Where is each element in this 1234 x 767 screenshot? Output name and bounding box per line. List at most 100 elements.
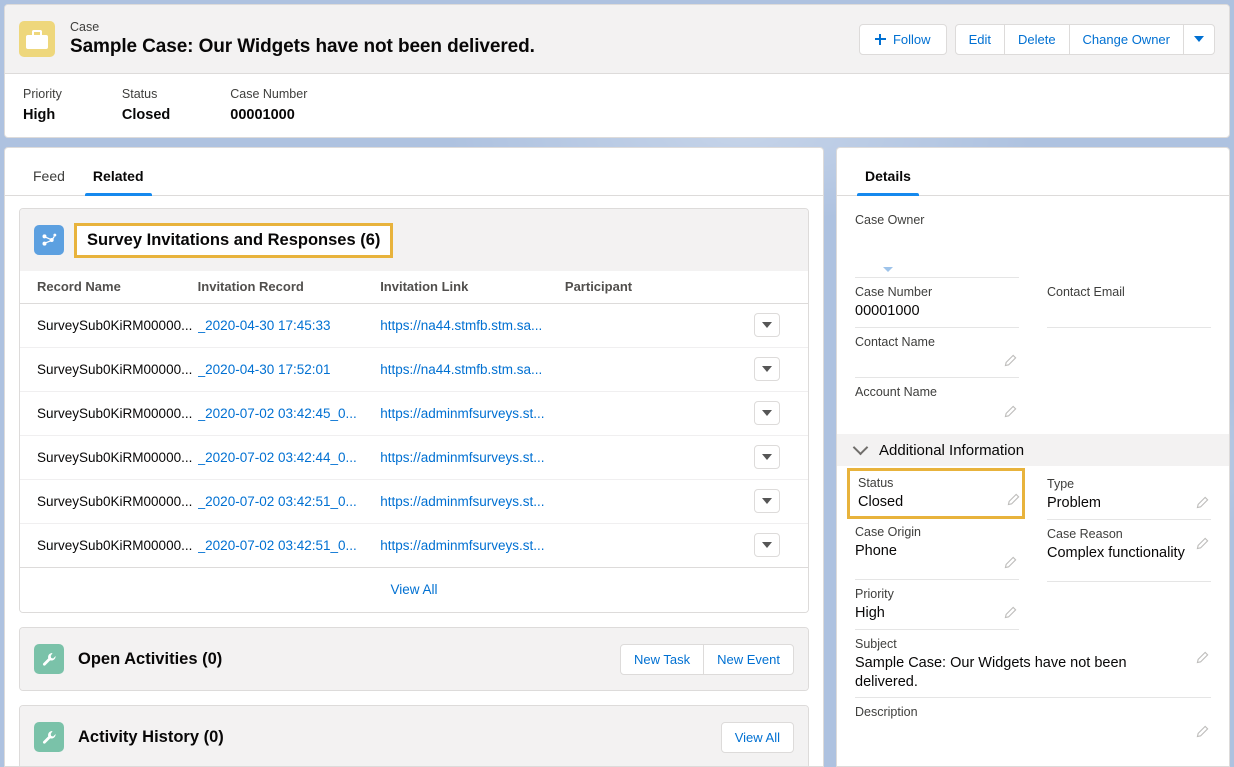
field-type[interactable]: Type Problem [1047, 470, 1211, 520]
owner-change-caret-icon[interactable] [883, 267, 893, 272]
edit-button[interactable]: Edit [954, 23, 1005, 55]
column-header-participant[interactable]: Participant [564, 271, 748, 304]
row-actions-button[interactable] [753, 401, 780, 425]
pencil-icon[interactable] [1195, 537, 1209, 551]
cell-invitation-record-link[interactable]: _2020-07-02 03:42:51_0... [198, 538, 357, 553]
new-task-button[interactable]: New Task [620, 643, 705, 675]
row-actions-button[interactable] [753, 489, 780, 513]
new-event-button[interactable]: New Event [703, 643, 794, 675]
wrench-icon [34, 722, 64, 752]
cell-invitation-link[interactable]: https://na44.stmfb.stm.sa... [380, 362, 542, 377]
cell-invitation-link[interactable]: https://adminmfsurveys.st... [380, 538, 544, 553]
pencil-icon[interactable] [1006, 493, 1020, 507]
compact-field-row: Priority High Status Closed Case Number … [5, 74, 1229, 125]
related-list-header: Activity History (0) View All [20, 706, 808, 766]
field-value: Complex functionality [1047, 544, 1185, 561]
pencil-icon[interactable] [1003, 354, 1017, 368]
cell-invitation-record-link[interactable]: _2020-07-02 03:42:44_0... [198, 450, 357, 465]
related-list-title[interactable]: Open Activities (0) [78, 650, 222, 669]
field-label: Contact Name [855, 335, 935, 349]
field-label: Description [855, 704, 918, 719]
field-contact-email: Contact Email [1047, 278, 1211, 328]
compact-field-value: High [23, 106, 56, 123]
cell-participant [564, 347, 748, 392]
pencil-icon[interactable] [1003, 405, 1017, 419]
field-status[interactable]: Status Closed [847, 468, 1025, 519]
chevron-down-icon [852, 439, 869, 456]
plus-icon [874, 33, 886, 45]
field-label: Case Number [855, 285, 933, 299]
follow-button[interactable]: Follow [858, 23, 947, 55]
related-list-title[interactable]: Activity History (0) [78, 728, 224, 747]
field-description[interactable]: Description [855, 698, 1211, 748]
additional-info-right: Type Problem Case Reason Complex functio… [1033, 470, 1211, 630]
delete-button[interactable]: Delete [1003, 23, 1070, 55]
survey-view-all-link[interactable]: View All [20, 568, 808, 612]
more-actions-button[interactable] [1183, 23, 1215, 55]
tab-details[interactable]: Details [851, 168, 925, 196]
column-header-record-name[interactable]: Record Name [20, 271, 198, 304]
field-label: Account Name [855, 385, 937, 399]
column-header-invitation-link[interactable]: Invitation Link [380, 271, 565, 304]
compact-field-label: Case Number [230, 87, 308, 101]
field-contact-name[interactable]: Contact Name [855, 328, 1019, 378]
chevron-down-icon [761, 322, 772, 328]
wrench-icon [34, 644, 64, 674]
row-actions-button[interactable] [753, 313, 780, 337]
column-header-actions [747, 271, 808, 304]
cell-record-name: SurveySub0KiRM00000... [20, 479, 198, 524]
cell-record-name: SurveySub0KiRM00000... [20, 391, 198, 436]
table-row: SurveySub0KiRM00000... _2020-04-30 17:45… [20, 303, 808, 348]
section-additional-information[interactable]: Additional Information [837, 434, 1229, 466]
field-account-name[interactable]: Account Name [855, 378, 1019, 428]
details-column: Details Case Owner Case Number 00001000 … [836, 147, 1230, 767]
field-value [855, 402, 1019, 421]
survey-invitations-table-body: SurveySub0KiRM00000... _2020-04-30 17:45… [20, 303, 808, 568]
field-value [855, 352, 1019, 371]
compact-field-value: Closed [121, 106, 171, 123]
field-case-reason[interactable]: Case Reason Complex functionality [1047, 520, 1211, 582]
survey-network-icon [34, 225, 64, 255]
details-top-grid: Case Owner Case Number 00001000 Contact … [855, 206, 1211, 428]
pencil-icon[interactable] [1003, 556, 1017, 570]
chevron-down-icon [761, 542, 772, 548]
details-body: Case Owner Case Number 00001000 Contact … [837, 196, 1229, 748]
activity-history-view-all-button[interactable]: View All [720, 721, 794, 753]
pencil-icon[interactable] [1003, 606, 1017, 620]
cell-invitation-link[interactable]: https://adminmfsurveys.st... [380, 450, 544, 465]
related-list-open-activities: Open Activities (0) New Task New Event [19, 627, 809, 691]
cell-invitation-record-link[interactable]: _2020-07-02 03:42:51_0... [198, 494, 357, 509]
record-header: Case Sample Case: Our Widgets have not b… [4, 4, 1230, 138]
field-priority[interactable]: Priority High [855, 580, 1019, 630]
cell-invitation-link[interactable]: https://adminmfsurveys.st... [380, 406, 544, 421]
cell-invitation-link[interactable]: https://na44.stmfb.stm.sa... [380, 318, 542, 333]
field-spacer [1047, 206, 1211, 278]
pencil-icon[interactable] [1195, 725, 1209, 739]
details-tabset: Details [837, 148, 1229, 196]
row-actions-button[interactable] [753, 445, 780, 469]
column-header-invitation-record[interactable]: Invitation Record [197, 271, 381, 304]
pencil-icon[interactable] [1195, 651, 1209, 665]
related-list-title[interactable]: Survey Invitations and Responses (6) [74, 222, 394, 258]
cell-invitation-record-link[interactable]: _2020-07-02 03:42:45_0... [198, 406, 357, 421]
table-row: SurveySub0KiRM00000... _2020-04-30 17:52… [20, 347, 808, 392]
cell-invitation-record-link[interactable]: _2020-04-30 17:52:01 [198, 362, 331, 377]
related-list-survey-invitations: Survey Invitations and Responses (6) Rec… [19, 208, 809, 613]
row-actions-button[interactable] [753, 357, 780, 381]
tab-related[interactable]: Related [79, 168, 158, 196]
field-case-origin[interactable]: Case Origin Phone [855, 518, 1019, 580]
cell-invitation-link[interactable]: https://adminmfsurveys.st... [380, 494, 544, 509]
field-value [1047, 302, 1211, 321]
field-subject[interactable]: Subject Sample Case: Our Widgets have no… [855, 630, 1211, 698]
pencil-icon[interactable] [1195, 496, 1209, 510]
row-actions-button[interactable] [753, 533, 780, 557]
change-owner-button[interactable]: Change Owner [1068, 23, 1184, 55]
record-action-button-group: Edit Delete Change Owner [954, 23, 1215, 55]
record-header-actions: Follow Edit Delete Change Owner [858, 23, 1215, 55]
details-right-column: Contact Email [1033, 206, 1211, 428]
field-case-owner[interactable]: Case Owner [855, 206, 1019, 278]
cell-invitation-record-link[interactable]: _2020-04-30 17:45:33 [198, 318, 331, 333]
cell-participant [564, 391, 748, 436]
field-value [855, 230, 1019, 249]
tab-feed[interactable]: Feed [19, 168, 79, 195]
